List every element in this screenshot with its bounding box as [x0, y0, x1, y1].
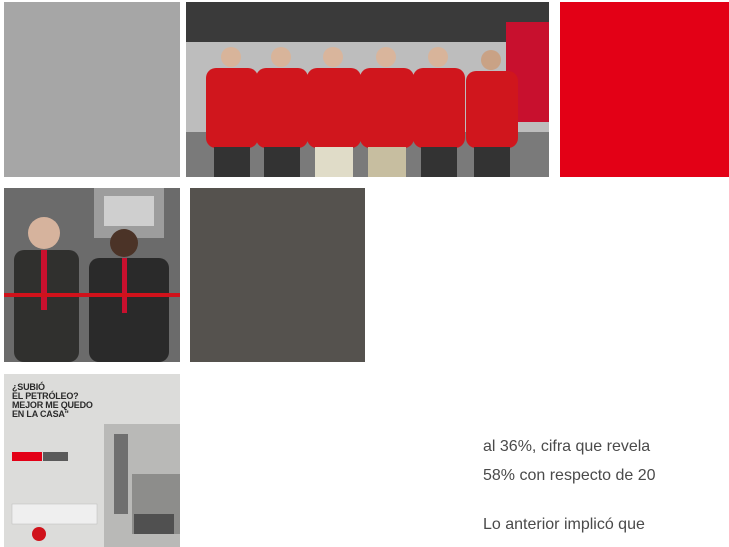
group-photo: [186, 2, 549, 177]
body-text-line: 58% con respecto de 20: [483, 467, 656, 484]
poster-headline: ¿SUBIÓ EL PETRÓLEO? MEJOR ME QUEDO EN LA…: [12, 383, 102, 419]
dark-color-block: [190, 188, 365, 362]
body-text-line: Lo anterior implicó que: [483, 516, 645, 533]
gray-color-block: [4, 2, 180, 177]
advertisement-poster: ¿SUBIÓ EL PETRÓLEO? MEJOR ME QUEDO EN LA…: [4, 374, 180, 547]
poster-red-bar: [12, 452, 42, 461]
body-text-line: al 36%, cifra que revela: [483, 438, 651, 455]
ribbon-cutting-photo: [4, 188, 180, 362]
poster-dark-bar: [43, 452, 68, 461]
red-color-block: [560, 2, 729, 177]
poster-headline-line: EN LA CASA": [12, 409, 69, 419]
